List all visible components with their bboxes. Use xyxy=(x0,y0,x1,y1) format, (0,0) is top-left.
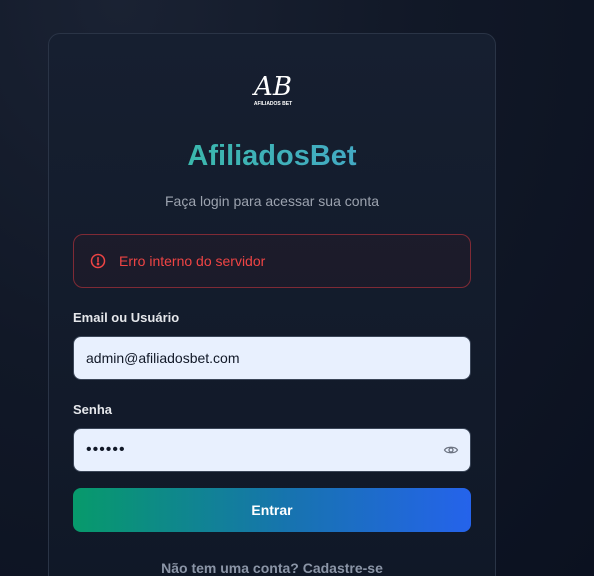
brand-title: AfiliadosBet xyxy=(49,140,495,173)
signup-link[interactable]: Cadastre-se xyxy=(303,560,383,576)
signup-prompt-text: Não tem uma conta? xyxy=(161,560,299,576)
afiliadosbet-logo: AB AFILIADOS BET xyxy=(252,72,292,107)
logo-wordmark: AFILIADOS BET xyxy=(254,101,292,107)
password-field[interactable] xyxy=(73,428,471,472)
login-submit-button[interactable]: Entrar xyxy=(73,488,471,532)
error-message: Erro interno do servidor xyxy=(119,253,266,269)
error-alert: Erro interno do servidor xyxy=(73,234,471,288)
email-label: Email ou Usuário xyxy=(73,310,180,325)
login-subtitle: Faça login para acessar sua conta xyxy=(164,193,379,209)
alert-circle-icon xyxy=(90,253,106,269)
login-card: AB AFILIADOS BET AfiliadosBet Faça login… xyxy=(48,33,496,576)
eye-icon[interactable] xyxy=(443,442,459,458)
email-field[interactable] xyxy=(73,336,471,380)
logo-monogram: AB xyxy=(252,72,292,102)
signup-prompt: Não tem uma conta? Cadastre-se xyxy=(49,560,495,576)
password-label: Senha xyxy=(73,402,113,417)
